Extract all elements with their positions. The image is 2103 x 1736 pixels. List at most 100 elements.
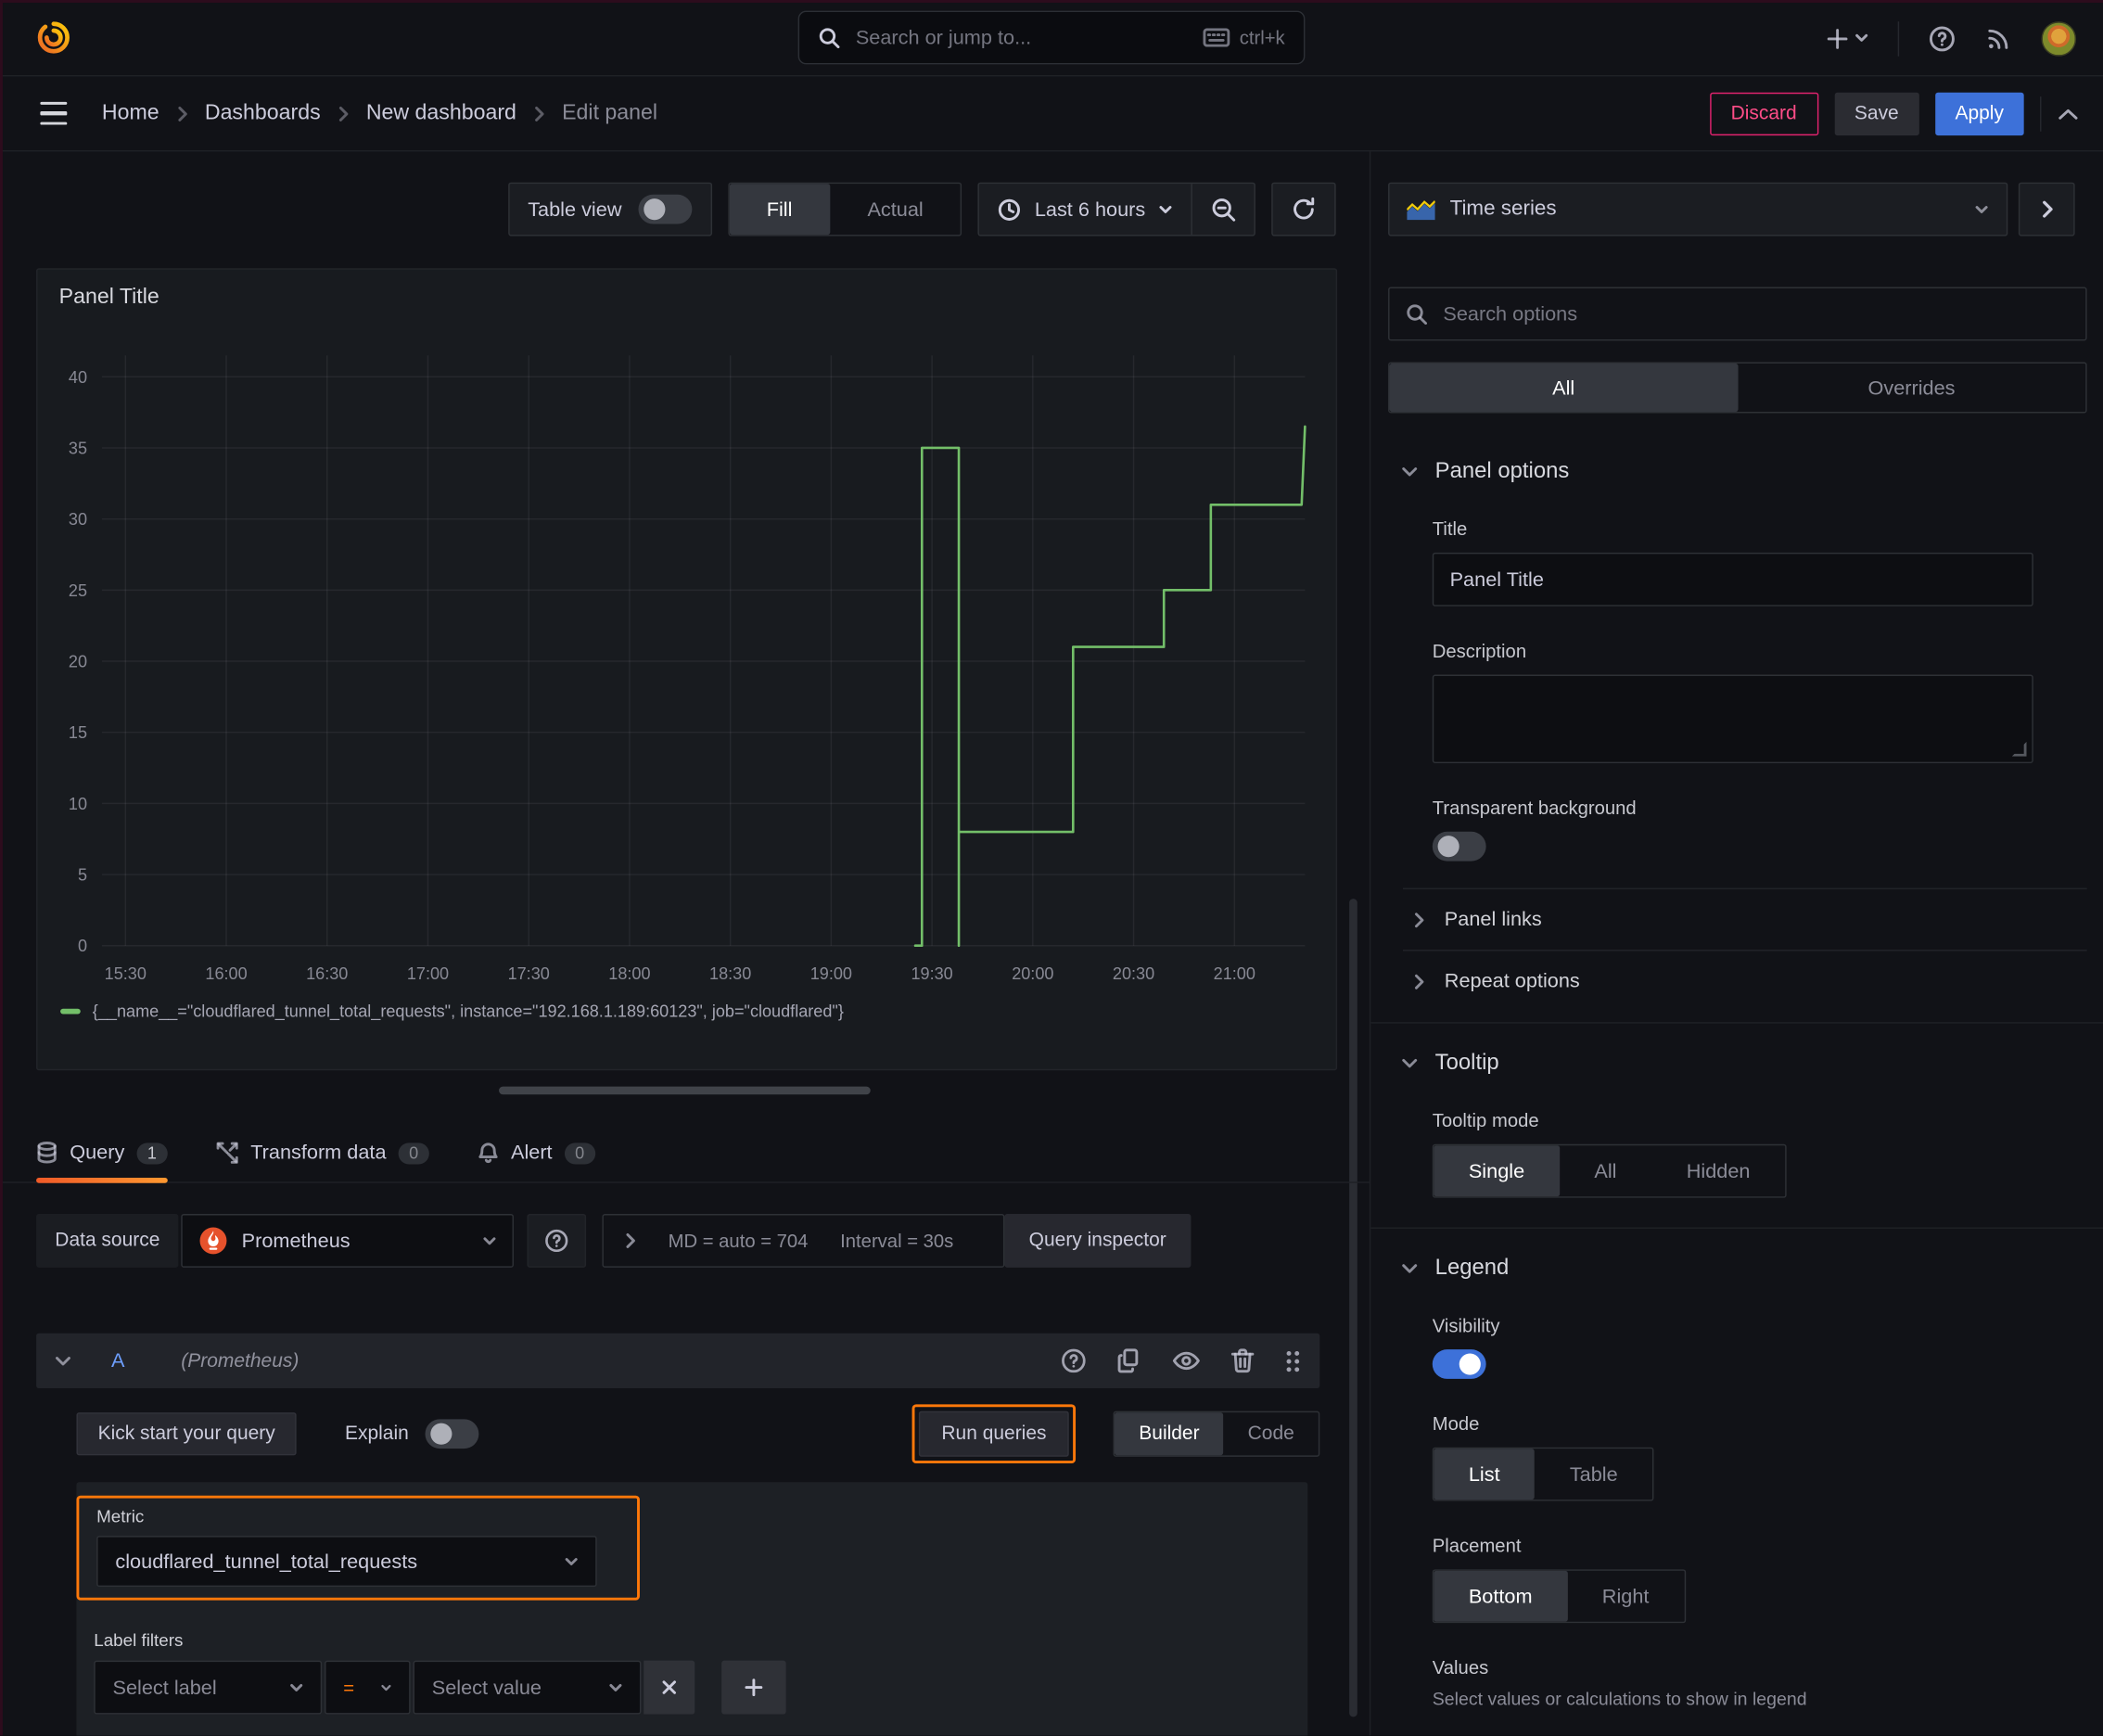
label-filters-label: Label filters	[94, 1629, 184, 1651]
duplicate-query-icon[interactable]	[1117, 1348, 1141, 1373]
remove-filter-icon[interactable]	[644, 1660, 695, 1715]
grafana-logo-icon[interactable]	[36, 20, 71, 56]
zoom-out-time-icon[interactable]	[1192, 184, 1255, 235]
scrollbar-thumb[interactable]	[1349, 899, 1357, 1717]
toolbar-divider	[2040, 96, 2042, 132]
metric-select[interactable]: cloudflared_tunnel_total_requests	[96, 1536, 597, 1588]
select-label-dropdown[interactable]: Select label	[94, 1660, 323, 1715]
options-search-input[interactable]	[1440, 300, 2070, 327]
options-search[interactable]	[1388, 287, 2087, 341]
run-queries-button[interactable]: Run queries	[918, 1410, 1070, 1457]
tooltip-heading-label: Tooltip	[1434, 1050, 1499, 1075]
svg-text:20:00: 20:00	[1012, 964, 1053, 983]
panel-title-input[interactable]	[1432, 552, 2033, 606]
tab-all[interactable]: All	[1389, 363, 1738, 413]
time-range-picker[interactable]: Last 6 hours	[980, 198, 1192, 221]
chevron-down-icon[interactable]	[55, 1356, 70, 1367]
select-value-dropdown[interactable]: Select value	[413, 1660, 642, 1715]
add-new-button[interactable]	[1826, 26, 1868, 50]
datasource-help-icon[interactable]	[527, 1214, 587, 1268]
tab-query[interactable]: Query 1	[36, 1142, 168, 1183]
operator-dropdown[interactable]: =	[325, 1660, 411, 1715]
search-icon	[1406, 303, 1428, 326]
datasource-picker[interactable]: Prometheus	[181, 1214, 515, 1268]
refresh-icon[interactable]	[1271, 182, 1336, 236]
apply-button[interactable]: Apply	[1934, 92, 2024, 135]
user-avatar[interactable]	[2041, 20, 2077, 57]
menu-toggle-icon[interactable]	[40, 101, 68, 125]
legend-heading[interactable]: Legend	[1370, 1256, 2103, 1281]
legend-series-label[interactable]: {__name__="cloudflared_tunnel_total_requ…	[93, 1002, 844, 1020]
time-series-chart[interactable]: 0 5 10 15 20 25 30 35 40 15:30 16:00 16:30 17:00 17:3…	[38, 324, 1333, 994]
tooltip-mode-all[interactable]: All	[1560, 1145, 1651, 1196]
table-view-toggle[interactable]	[637, 194, 692, 224]
legend-placement-bottom[interactable]: Bottom	[1434, 1570, 1568, 1622]
chevron-right-icon	[534, 106, 545, 121]
repeat-options-section[interactable]: Repeat options	[1414, 970, 2103, 992]
table-view-label: Table view	[528, 198, 622, 221]
grafana-app: ctrl+k Home Dashboards New dashbo	[0, 0, 2103, 1736]
tab-alert[interactable]: Alert 0	[478, 1142, 595, 1183]
breadcrumb-home[interactable]: Home	[102, 101, 159, 125]
breadcrumb-dashboards[interactable]: Dashboards	[205, 101, 321, 125]
save-button[interactable]: Save	[1834, 92, 1919, 135]
legend-placement-right[interactable]: Right	[1567, 1571, 1684, 1622]
tab-transform-data[interactable]: Transform data 0	[216, 1142, 429, 1183]
editor-mode-builder[interactable]: Builder	[1115, 1412, 1224, 1456]
explain-toggle[interactable]	[425, 1419, 478, 1449]
editor-mode-switch: Builder Code	[1113, 1410, 1320, 1457]
query-help-icon[interactable]	[1061, 1348, 1086, 1373]
panel-resize-handle[interactable]	[499, 1086, 871, 1095]
prometheus-icon	[198, 1226, 228, 1256]
news-rss-button[interactable]	[1985, 25, 2012, 52]
collapse-editor-icon[interactable]	[2058, 107, 2079, 120]
hide-response-eye-icon[interactable]	[1172, 1351, 1200, 1372]
display-mode-fill[interactable]: Fill	[729, 184, 830, 236]
legend-mode-list[interactable]: List	[1434, 1449, 1536, 1500]
legend-mode-table[interactable]: Table	[1535, 1449, 1652, 1500]
query-inspector-button[interactable]: Query inspector	[1004, 1214, 1191, 1268]
svg-text:25: 25	[69, 581, 87, 600]
max-data-points: MD = auto = 704	[668, 1230, 809, 1252]
legend-visibility-toggle[interactable]	[1432, 1349, 1486, 1379]
tab-overrides[interactable]: Overrides	[1738, 364, 2085, 412]
panel-links-section[interactable]: Panel links	[1414, 908, 2103, 931]
add-filter-icon[interactable]	[721, 1660, 786, 1715]
query-options-summary[interactable]: MD = auto = 704 Interval = 30s	[602, 1214, 1005, 1268]
help-button[interactable]	[1929, 25, 1956, 52]
query-ref-id[interactable]: A	[111, 1349, 124, 1372]
description-textarea[interactable]	[1432, 674, 2033, 764]
collapse-options-pane-icon[interactable]	[2018, 182, 2075, 236]
table-view-control: Table view	[507, 182, 712, 236]
tooltip-mode-single[interactable]: Single	[1434, 1145, 1560, 1197]
query-section-tabs: Query 1 Transform data 0 Alert 0	[0, 1121, 2103, 1183]
description-field-label: Description	[1432, 639, 1527, 662]
editor-mode-code[interactable]: Code	[1224, 1412, 1319, 1455]
kick-start-query-button[interactable]: Kick start your query	[76, 1412, 297, 1456]
query-row-header[interactable]: A (Prometheus)	[36, 1333, 1320, 1389]
breadcrumb-bar: Home Dashboards New dashboard Edit panel…	[0, 76, 2103, 152]
svg-text:30: 30	[69, 510, 87, 529]
visualization-picker[interactable]: Time series	[1388, 182, 2008, 236]
display-mode-actual[interactable]: Actual	[830, 184, 961, 235]
tooltip-mode-hidden[interactable]: Hidden	[1651, 1145, 1785, 1196]
legend-placement-switch: Bottom Right	[1432, 1569, 1686, 1624]
transparent-background-label: Transparent background	[1432, 797, 1637, 819]
query-datasource-hint: (Prometheus)	[181, 1349, 300, 1372]
panel-options-heading[interactable]: Panel options	[1370, 459, 2103, 484]
delete-query-trash-icon[interactable]	[1230, 1348, 1255, 1373]
global-search[interactable]: ctrl+k	[797, 10, 1306, 65]
top-bar-actions	[1826, 0, 2077, 76]
panel-editor-actions: Discard Save Apply	[1709, 92, 2079, 135]
tooltip-heading[interactable]: Tooltip	[1370, 1051, 2103, 1076]
breadcrumb-new-dashboard[interactable]: New dashboard	[366, 101, 516, 125]
keyboard-shortcut-hint: ctrl+k	[1203, 27, 1285, 48]
global-search-input[interactable]	[852, 24, 1191, 51]
visualization-name: Time series	[1449, 197, 1557, 221]
transparent-background-toggle[interactable]	[1432, 831, 1486, 862]
chart-legend: {__name__="cloudflared_tunnel_total_requ…	[60, 1002, 844, 1021]
drag-handle-icon[interactable]	[1285, 1348, 1301, 1372]
panel-title[interactable]: Panel Title	[38, 270, 1336, 310]
run-queries-highlight: Run queries	[911, 1404, 1077, 1464]
discard-button[interactable]: Discard	[1709, 92, 1818, 135]
